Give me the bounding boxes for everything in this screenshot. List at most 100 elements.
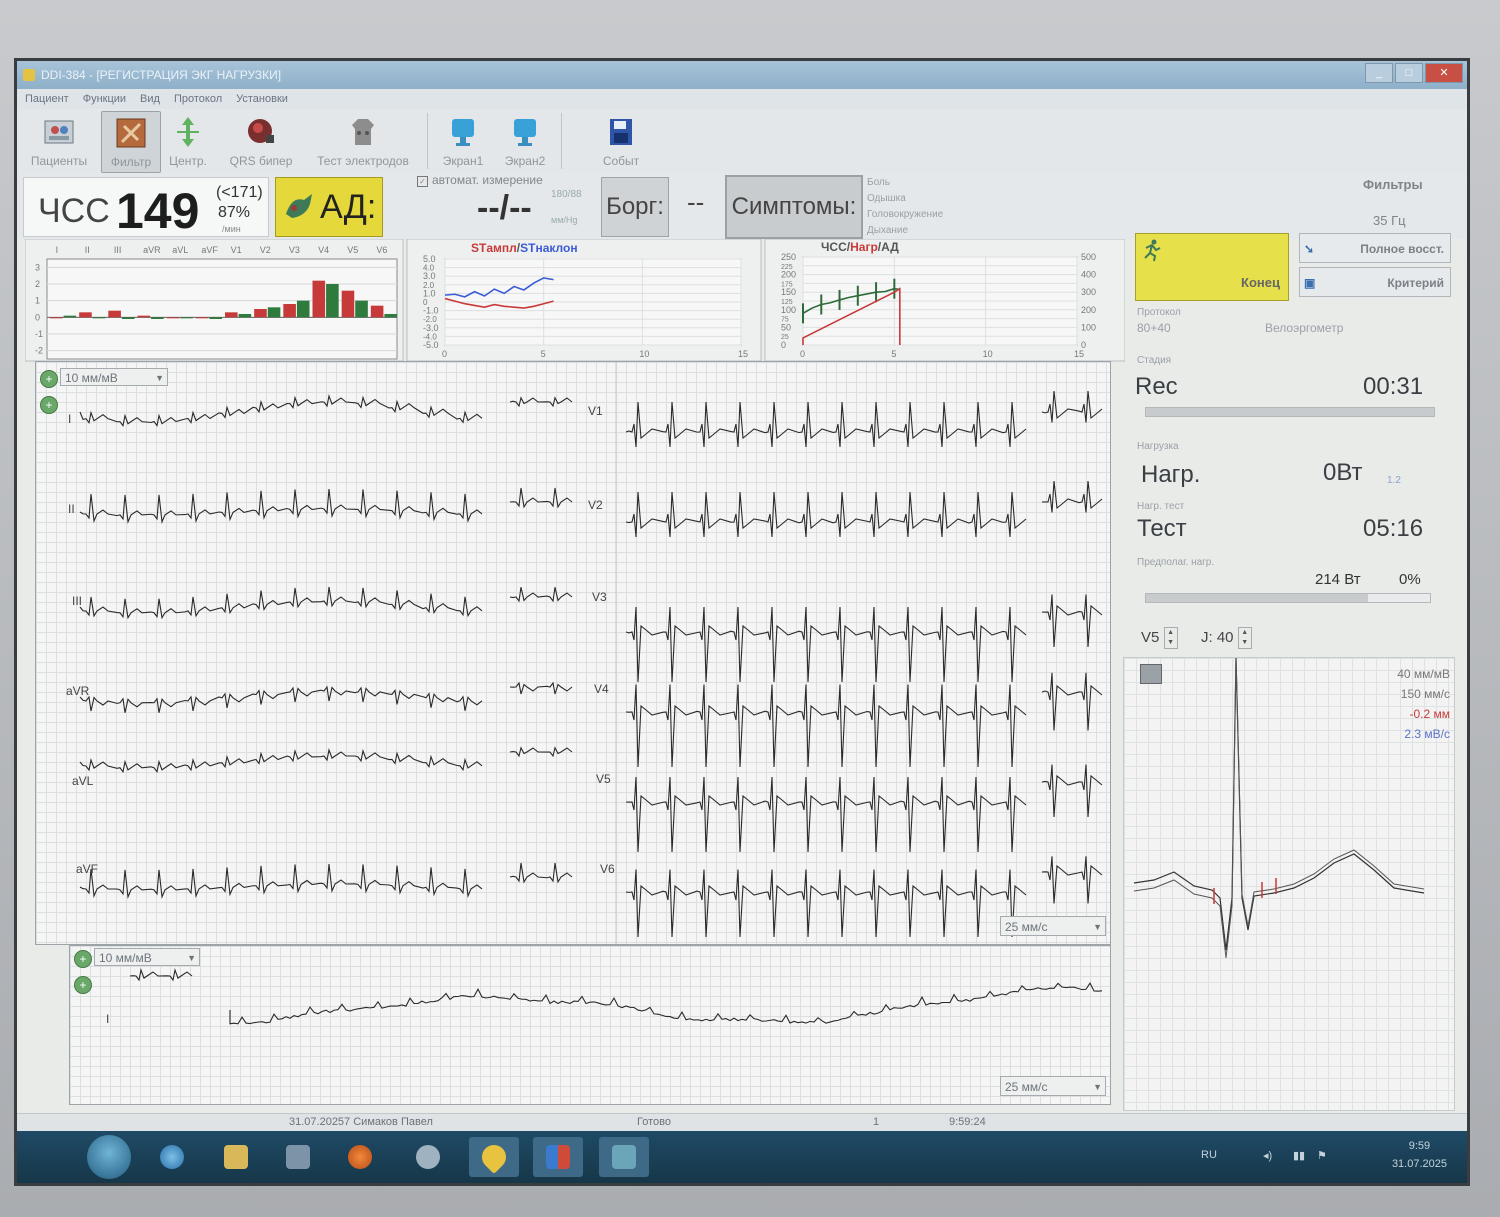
taskbar-browser[interactable] (147, 1137, 197, 1177)
gain-select-bottom[interactable]: 10 мм/мВ ▼ (94, 948, 200, 966)
st-trend-ytick-minor: 4.0 (423, 264, 435, 273)
taskbar-ecg-app[interactable] (469, 1137, 519, 1177)
ecg-12-lead-area[interactable]: + + 10 мм/мВ ▼ I II III aVR aVL aVF V1 V2… (35, 361, 1111, 945)
stage-label: Rec (1135, 373, 1178, 401)
st-bar-lead-label: V1 (231, 245, 242, 255)
predicted-caption: Предполаг. нагр. (1137, 557, 1214, 568)
symptom-item[interactable]: Дыхание (867, 223, 943, 239)
qrs-beeper-button[interactable]: QRS бипер (221, 111, 301, 171)
window-title: DDI-384 - [РЕГИСТРАЦИЯ ЭКГ НАГРУЗКИ] (41, 68, 281, 82)
hr-load-xtick: 0 (800, 349, 805, 359)
st-bar-ytick: 1 (35, 296, 40, 306)
st-trend-ytick: 1.0 (423, 288, 436, 298)
taskbar-network[interactable] (273, 1137, 323, 1177)
tray-clock[interactable]: 9:59 31.07.2025 (1392, 1137, 1447, 1173)
borg-button[interactable]: Борг: (601, 177, 669, 237)
full-recovery-button[interactable]: ➘ Полное восст. (1299, 233, 1451, 263)
limb-lead-trace (80, 750, 482, 772)
hr-load-grid (803, 257, 1077, 345)
screen1-button[interactable]: Экран1 (435, 111, 491, 171)
limb-lead-trace-short (510, 863, 572, 882)
volume-icon[interactable]: ◂) (1263, 1149, 1272, 1162)
reference-beat-line (1134, 658, 1424, 958)
title-bar: DDI-384 - [РЕГИСТРАЦИЯ ЭКГ НАГРУЗКИ] _ □… (17, 61, 1467, 89)
language-indicator[interactable]: RU (1201, 1149, 1217, 1161)
auto-measure-checkbox[interactable]: ✓ автомат. измерение (417, 173, 543, 187)
speed-select-top[interactable]: 25 мм/с ▼ (1000, 916, 1106, 936)
st-trend-ytick-minor: -4.0 (423, 332, 437, 341)
predicted-progress-bar (1145, 593, 1431, 603)
minimize-button[interactable]: _ (1365, 63, 1393, 83)
menu-protocol[interactable]: Протокол (174, 89, 222, 109)
center-button[interactable]: Центр. (163, 111, 213, 171)
lead-selector[interactable]: V5 ▲ ▼ (1141, 627, 1178, 649)
speed-select-bottom[interactable]: 25 мм/с ▼ (1000, 1076, 1106, 1096)
menu-settings[interactable]: Установки (236, 89, 288, 109)
taskbar-lungs-app[interactable] (533, 1137, 583, 1177)
menu-view[interactable]: Вид (140, 89, 160, 109)
st-bar (50, 317, 63, 318)
spin-arrows-icon[interactable]: ▲ ▼ (1238, 627, 1252, 649)
browser-icon (160, 1145, 184, 1169)
bp-measure-button[interactable]: АД: (275, 177, 383, 237)
taskbar-tool[interactable] (403, 1137, 453, 1177)
hr-load-ytick: 150 (781, 287, 796, 297)
spin-arrows-icon[interactable]: ▲ ▼ (1164, 627, 1178, 649)
criteria-button[interactable]: ▣ Критерий (1299, 267, 1451, 297)
network-tray-icon[interactable]: ▮▮ (1293, 1149, 1305, 1162)
filter-button[interactable]: Фильтр (101, 111, 161, 173)
taskbar-explorer[interactable] (211, 1137, 261, 1177)
lungs-icon (546, 1145, 570, 1169)
st-trend-ytick-minor: -2.0 (423, 315, 437, 324)
electrode-test-button[interactable]: Тест электродов (307, 111, 419, 171)
filters-value[interactable]: 35 Гц (1373, 213, 1406, 228)
limb-lead-trace-short (510, 398, 572, 406)
menu-patient[interactable]: Пациент (25, 89, 69, 109)
stage-progress-fill (1146, 408, 1434, 416)
symptom-item[interactable]: Боль (867, 175, 943, 191)
symptoms-button[interactable]: Симптомы: (725, 175, 863, 239)
st-trend-xtick: 10 (639, 349, 649, 359)
gain-decrease-icon[interactable]: + (74, 976, 92, 994)
gain-increase-icon[interactable]: + (74, 950, 92, 968)
chest-lead-trace (626, 607, 1026, 682)
close-button[interactable]: ✕ (1425, 63, 1463, 83)
symptom-item[interactable]: Одышка (867, 191, 943, 207)
limb-lead-trace (80, 687, 482, 713)
st-bar (138, 316, 151, 318)
taskbar-window[interactable] (599, 1137, 649, 1177)
gain-select-top[interactable]: 10 мм/мВ ▼ (60, 368, 168, 386)
st-bar-lead-label: V5 (347, 245, 358, 255)
st-bar-ytick: 0 (35, 312, 40, 322)
limb-lead-trace (80, 864, 482, 897)
right-panel: Конец ➘ Полное восст. ▣ Критерий Протокол … (1117, 231, 1457, 1111)
patients-button[interactable]: Пациенты (23, 111, 95, 171)
maximize-button[interactable]: □ (1395, 63, 1423, 83)
chevron-down-icon: ▼ (1093, 1077, 1102, 1097)
j-point-selector[interactable]: J: 40 ▲ ▼ (1201, 627, 1252, 649)
gain-decrease-icon[interactable]: + (40, 396, 58, 414)
beat-info: 40 мм/мВ 150 мм/с -0.2 мм 2.3 мВ/с (1397, 664, 1450, 744)
limb-lead-trace-short (510, 587, 572, 601)
average-beat-line (1134, 658, 1424, 950)
menu-functions[interactable]: Функции (83, 89, 126, 109)
hr-load-ytick-right: 300 (1081, 287, 1096, 297)
end-test-button[interactable]: Конец (1135, 233, 1289, 301)
gain-top-value: 10 мм/мВ (65, 371, 118, 385)
lead-label-v4: V4 (594, 682, 609, 696)
flag-icon[interactable]: ⚑ (1317, 1149, 1327, 1162)
menu-bar: Пациент Функции Вид Протокол Установки (17, 89, 1467, 109)
start-button[interactable] (87, 1135, 131, 1179)
protocol-value: 80+40 (1137, 321, 1171, 335)
chest-lead-trace (626, 402, 1026, 447)
screen2-button[interactable]: Экран2 (497, 111, 553, 171)
gain-increase-icon[interactable]: + (40, 370, 58, 388)
rhythm-strip-area[interactable]: + + 10 мм/мВ ▼ I 25 мм/с ▼ (69, 945, 1111, 1105)
speed-top-value: 25 мм/с (1005, 920, 1048, 934)
status-patient: 31.07.20257 Симаков Павел (289, 1116, 433, 1128)
taskbar-media[interactable] (335, 1137, 385, 1177)
symptom-item[interactable]: Головокружение (867, 207, 943, 223)
beat-gain: 40 мм/мВ (1397, 664, 1450, 684)
hr-load-ytick: 250 (781, 252, 796, 262)
event-button[interactable]: Событ (591, 111, 651, 171)
